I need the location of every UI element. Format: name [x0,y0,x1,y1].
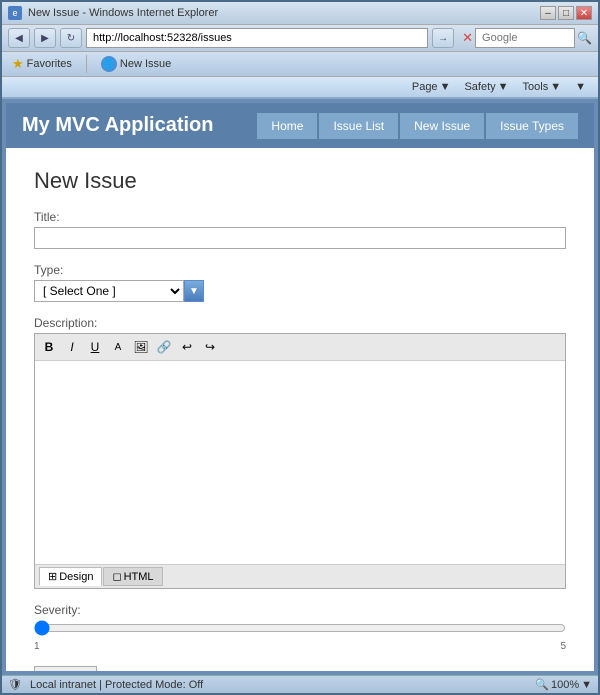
severity-label: Severity: [34,603,566,617]
address-input[interactable] [86,28,428,48]
close-button[interactable]: ✕ [576,6,592,20]
ie-page-icon: 🌐 [101,56,117,72]
editor-footer: ⊞ Design ◻ HTML [35,564,565,588]
title-group: Title: [34,210,566,249]
type-select-wrapper: [ Select One ] ▼ [34,280,566,302]
app-title: My MVC Application [22,114,257,137]
forward-button[interactable]: ▶ [34,28,56,48]
slider-labels: 1 5 [34,641,566,652]
page-menu-label: Page [412,81,438,93]
type-select[interactable]: [ Select One ] [34,280,184,302]
status-text: Local intranet | Protected Mode: Off [30,679,527,691]
nav-home[interactable]: Home [257,113,317,139]
rich-text-editor: B I U A 🖼 🔗 ↩ ↪ ⊞ Design [34,333,566,589]
bold-button[interactable]: B [39,337,59,357]
link-button[interactable]: 🔗 [154,337,174,357]
favorites-label: Favorites [27,58,72,70]
extra-menu-label: ▼ [575,81,586,93]
minimize-button[interactable]: – [540,6,556,20]
page-menu[interactable]: Page ▼ [406,79,457,95]
color-button[interactable]: A [108,337,128,357]
app-header: My MVC Application Home Issue List New I… [6,103,594,148]
redo-button[interactable]: ↪ [200,337,220,357]
ie-logo: e [8,6,22,20]
address-bar: ◀ ▶ ↻ → ✕ 🔍 [2,25,598,52]
toolbar-separator [86,55,87,73]
browser-toolbar: ★ Favorites 🌐 New Issue [2,52,598,77]
type-label: Type: [34,263,566,277]
window-controls: – □ ✕ [540,6,592,20]
title-bar: e New Issue - Windows Internet Explorer … [2,2,598,25]
submit-button[interactable]: Submit [34,666,97,671]
tools-menu[interactable]: Tools ▼ [517,79,568,95]
zoom-control[interactable]: 🔍 100% ▼ [535,678,592,691]
restore-button[interactable]: □ [558,6,574,20]
window-title: New Issue - Windows Internet Explorer [28,7,534,19]
zoom-label: 100% [551,679,579,691]
extra-menu[interactable]: ▼ [569,79,592,95]
italic-button[interactable]: I [62,337,82,357]
select-dropdown-btn[interactable]: ▼ [184,280,204,302]
undo-button[interactable]: ↩ [177,337,197,357]
zoom-arrow: ▼ [581,679,592,691]
tools-menu-arrow: ▼ [550,81,561,93]
search-input[interactable] [475,28,575,48]
slider-max-label: 5 [560,641,566,652]
slider-min-label: 1 [34,641,40,652]
severity-slider[interactable] [34,620,566,636]
nav-issue-types[interactable]: Issue Types [486,113,578,139]
severity-group: Severity: 1 5 [34,603,566,652]
type-group: Type: [ Select One ] ▼ [34,263,566,302]
page-menu-arrow: ▼ [440,81,451,93]
search-submit-icon[interactable]: 🔍 [577,31,592,45]
favorites-button[interactable]: ★ Favorites [8,54,76,74]
main-content: New Issue Title: Type: [ Select One ] ▼ … [6,148,594,671]
description-textarea[interactable] [35,361,565,561]
submit-group: Submit [34,666,566,671]
design-tab[interactable]: ⊞ Design [39,567,102,586]
title-label: Title: [34,210,566,224]
refresh-button[interactable]: ↻ [60,28,82,48]
tab-label: New Issue [120,58,171,70]
html-tab-label: HTML [124,571,154,583]
safety-menu-label: Safety [464,81,495,93]
menu-right: Page ▼ Safety ▼ Tools ▼ ▼ [406,79,592,95]
design-tab-icon: ⊞ [48,570,57,583]
star-icon: ★ [12,56,24,72]
menu-bar: Page ▼ Safety ▼ Tools ▼ ▼ [2,77,598,99]
back-button[interactable]: ◀ [8,28,30,48]
underline-button[interactable]: U [85,337,105,357]
page-title: New Issue [34,168,566,194]
shield-icon: 🛡 [8,678,22,691]
safety-menu[interactable]: Safety ▼ [458,79,514,95]
html-tab[interactable]: ◻ HTML [103,567,162,586]
tab-item[interactable]: 🌐 New Issue [97,54,175,74]
image-button[interactable]: 🖼 [131,337,151,357]
go-button[interactable]: → [432,28,454,48]
zoom-icon: 🔍 [535,678,549,691]
html-tab-icon: ◻ [112,570,121,583]
description-label: Description: [34,316,566,330]
search-icon: ✕ [462,30,473,46]
app-wrapper: My MVC Application Home Issue List New I… [2,99,598,675]
description-group: Description: B I U A 🖼 🔗 ↩ ↪ [34,316,566,589]
design-tab-label: Design [59,571,93,583]
title-input[interactable] [34,227,566,249]
status-bar: 🛡 Local intranet | Protected Mode: Off 🔍… [2,675,598,693]
nav-links: Home Issue List New Issue Issue Types [257,113,578,139]
safety-menu-arrow: ▼ [498,81,509,93]
tools-menu-label: Tools [523,81,549,93]
nav-new-issue[interactable]: New Issue [400,113,484,139]
editor-toolbar: B I U A 🖼 🔗 ↩ ↪ [35,334,565,361]
nav-issue-list[interactable]: Issue List [319,113,398,139]
browser-window: e New Issue - Windows Internet Explorer … [0,0,600,695]
